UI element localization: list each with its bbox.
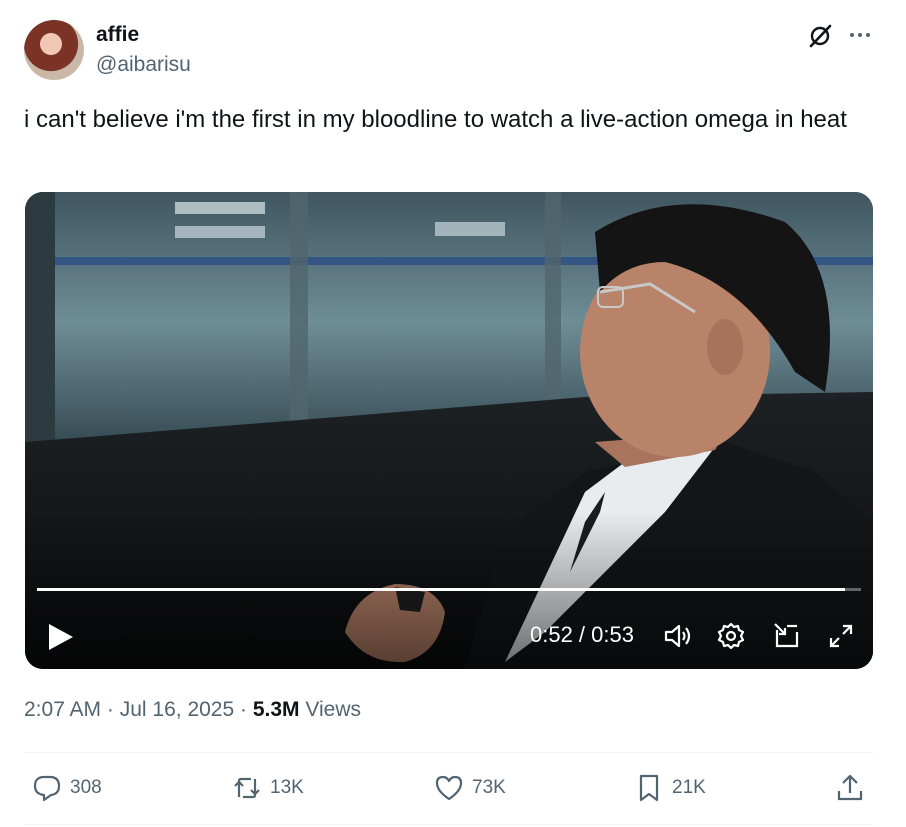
tweet-meta: 2:07 AM · Jul 16, 2025 · 5.3M Views — [24, 698, 361, 722]
like-icon — [435, 775, 463, 801]
repost-button[interactable]: 13K — [232, 770, 304, 806]
video-frame — [25, 192, 873, 669]
repost-icon — [234, 777, 260, 799]
like-button[interactable]: 73K — [434, 770, 506, 806]
settings-icon[interactable] — [715, 620, 747, 652]
video-progress-fill — [37, 588, 845, 591]
bookmark-button[interactable]: 21K — [634, 770, 706, 806]
tweet-date[interactable]: Jul 16, 2025 — [120, 698, 234, 721]
author-display-name[interactable]: affie — [96, 23, 139, 47]
video-time: 0:52 / 0:53 — [530, 622, 634, 647]
dock-icon[interactable] — [771, 620, 803, 652]
tweet-time[interactable]: 2:07 AM — [24, 698, 101, 721]
views-label: Views — [305, 698, 362, 721]
divider — [24, 752, 874, 753]
avatar[interactable] — [24, 20, 84, 80]
fullscreen-icon[interactable] — [825, 620, 857, 652]
meta-separator: · — [240, 698, 253, 721]
repost-count: 13K — [270, 777, 304, 798]
bookmark-count: 21K — [672, 777, 706, 798]
volume-icon[interactable] — [662, 620, 694, 652]
views-count: 5.3M — [252, 698, 300, 721]
share-icon — [837, 774, 863, 801]
tweet-text: i can't believe i'm the first in my bloo… — [24, 106, 847, 133]
reply-count: 308 — [70, 777, 102, 798]
video-progress-track[interactable] — [37, 588, 861, 591]
author-handle[interactable]: @aibarisu — [96, 53, 191, 77]
bookmark-icon — [639, 774, 659, 802]
more-icon[interactable] — [846, 22, 874, 50]
reply-button[interactable]: 308 — [32, 770, 102, 806]
reply-icon — [33, 775, 61, 802]
video-player[interactable]: 0:52 / 0:53 — [25, 192, 873, 669]
like-count: 73K — [472, 777, 506, 798]
play-icon[interactable] — [43, 620, 77, 654]
share-button[interactable] — [835, 770, 873, 806]
divider — [24, 824, 874, 825]
meta-separator: · — [106, 698, 120, 721]
grok-icon[interactable] — [806, 22, 834, 50]
